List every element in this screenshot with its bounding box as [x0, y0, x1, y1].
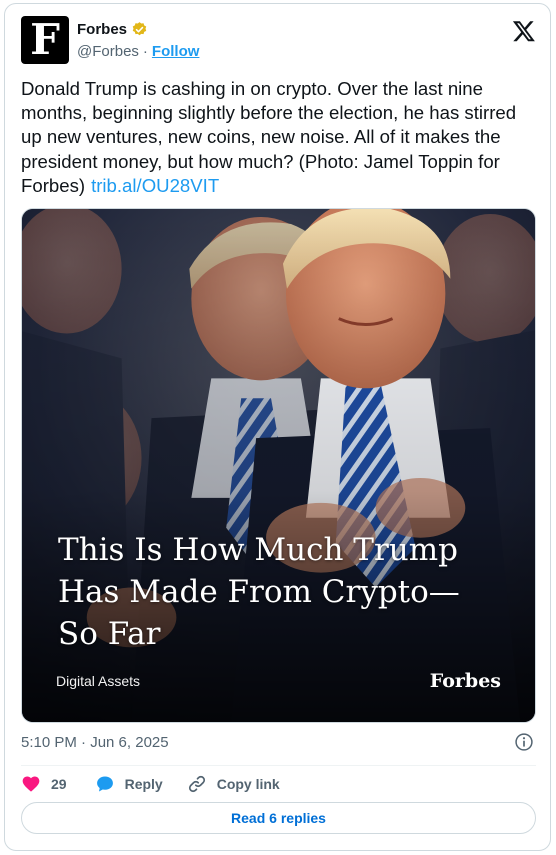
article-headline: This Is How Much Trump Has Made From Cry…: [58, 532, 460, 652]
action-bar: 29 Reply Copy link: [21, 772, 280, 796]
verified-badge-icon: [132, 22, 147, 36]
author-handle[interactable]: @Forbes: [77, 43, 139, 60]
avatar-letter: F: [30, 15, 60, 64]
tweet-link[interactable]: trib.al/OU28VIT: [91, 175, 219, 196]
tweet-text: Donald Trump is cashing in on crypto. Ov…: [21, 77, 541, 198]
tweet-timestamp[interactable]: 5:10 PM · Jun 6, 2025: [21, 734, 169, 751]
copy-link-button[interactable]: Copy link: [187, 774, 280, 794]
tweet-card: F Forbes @Forbes · Follow Donald Trump i…: [4, 3, 551, 851]
author-display-name[interactable]: Forbes: [77, 21, 127, 38]
handle-separator: ·: [142, 43, 148, 60]
article-card-image[interactable]: This Is How Much Trump Has Made From Cry…: [21, 208, 536, 723]
read-replies-button[interactable]: Read 6 replies: [21, 802, 536, 834]
reply-label: Reply: [124, 776, 163, 792]
like-button[interactable]: 29: [21, 774, 67, 794]
link-icon: [188, 775, 205, 793]
article-section-label: Digital Assets: [56, 673, 141, 689]
x-logo-icon[interactable]: [512, 19, 536, 43]
forbes-avatar[interactable]: F: [21, 16, 69, 64]
author-handle-row: @Forbes · Follow: [77, 43, 199, 60]
reply-bubble-icon: [96, 776, 113, 792]
heart-icon: [22, 776, 40, 792]
info-icon[interactable]: [514, 732, 534, 752]
author-name-row: Forbes: [77, 21, 148, 38]
reply-button[interactable]: Reply: [95, 774, 163, 794]
like-count: 29: [51, 776, 67, 792]
copy-link-label: Copy link: [216, 776, 280, 792]
follow-button[interactable]: Follow: [152, 43, 200, 60]
forbes-logo: Forbes: [429, 670, 501, 692]
divider: [21, 765, 536, 766]
